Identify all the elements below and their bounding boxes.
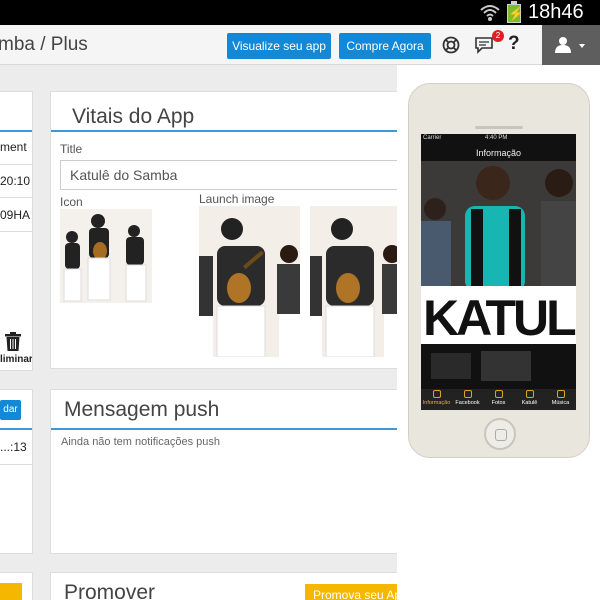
promote-title: Promover [64, 581, 156, 600]
phone-clock: 4:40 PM [485, 135, 508, 141]
link-icon [525, 390, 534, 398]
user-menu-button[interactable] [542, 25, 600, 65]
lifebuoy-icon[interactable] [442, 36, 460, 54]
phone-tab-facebook[interactable]: Facebook [452, 390, 483, 406]
chat-icon[interactable] [474, 36, 494, 54]
app-vitals-title: Vitais do App [72, 105, 195, 128]
phone-speaker [475, 126, 523, 129]
launch-image-label: Launch image [199, 192, 275, 206]
phone-nav-title: Informação [475, 148, 522, 158]
phone-carrier: Carrier [423, 135, 442, 141]
app-header: mba / Plus Visualize seu app Compre Agor… [0, 25, 600, 65]
phone-tab-photos[interactable]: Fotos [483, 390, 514, 406]
push-message-card: Mensagem push Ainda não tem notificações… [50, 389, 411, 554]
delete-label[interactable]: liminar [0, 354, 32, 365]
launch-image-1[interactable] [199, 206, 300, 357]
buy-now-button[interactable]: Compre Agora [339, 33, 431, 59]
phone-mockup: Carrier 4:40 PM Informação KATUL Informa… [408, 83, 590, 458]
help-icon[interactable]: ? [508, 33, 520, 55]
left-card-promote [0, 572, 33, 600]
left-cell: 13:... [0, 440, 27, 454]
trash-icon[interactable] [4, 332, 22, 352]
phone-tab-music[interactable]: Música [545, 390, 576, 406]
app-title: mba / Plus [0, 34, 88, 55]
phone-tab-bar: Informação Facebook Fotos Katulê Música [421, 389, 576, 410]
phone-tab-katule[interactable]: Katulê [514, 390, 545, 406]
user-icon [555, 37, 585, 53]
left-card-bottom: dar 13:... [0, 389, 33, 554]
phone-home-button [484, 418, 516, 450]
left-action-button[interactable]: dar [0, 400, 21, 420]
battery-icon: ⚡ [507, 1, 525, 23]
app-icon-image[interactable] [60, 209, 152, 303]
launch-artwork: KATUL [421, 161, 576, 389]
phone-screen[interactable]: Carrier 4:40 PM Informação KATUL Informa… [421, 134, 576, 410]
camera-icon [494, 390, 503, 398]
phone-tab-info[interactable]: Informação [421, 390, 452, 406]
promote-app-button[interactable]: Promova seu Ap [305, 584, 397, 600]
icon-label: Icon [60, 195, 83, 209]
wifi-icon [480, 5, 500, 21]
facebook-icon [463, 390, 472, 398]
info-icon [432, 390, 441, 398]
title-field-label: Title [60, 142, 83, 156]
left-cell: 09HA [0, 208, 31, 222]
launch-image-2[interactable] [310, 206, 400, 357]
title-input[interactable]: Katulê do Samba [60, 160, 400, 190]
push-empty-text: Ainda não tem notificações push [61, 436, 220, 448]
app-preview-panel: Carrier 4:40 PM Informação KATUL Informa… [397, 65, 600, 600]
status-time: 18h46 [528, 1, 584, 23]
left-cell: ment [0, 140, 27, 154]
push-message-title: Mensagem push [64, 398, 220, 421]
left-promote-button[interactable] [0, 583, 22, 600]
visualize-app-button[interactable]: Visualize seu app [227, 33, 331, 59]
notification-badge: 2 [492, 30, 504, 42]
status-bar: ⚡ 18h46 [0, 0, 600, 25]
music-icon [556, 390, 565, 398]
left-cell: 20:10 [0, 174, 31, 188]
svg-text:KATUL: KATUL [423, 290, 575, 346]
left-card-top: ment 20:10 09HA liminar [0, 91, 33, 371]
